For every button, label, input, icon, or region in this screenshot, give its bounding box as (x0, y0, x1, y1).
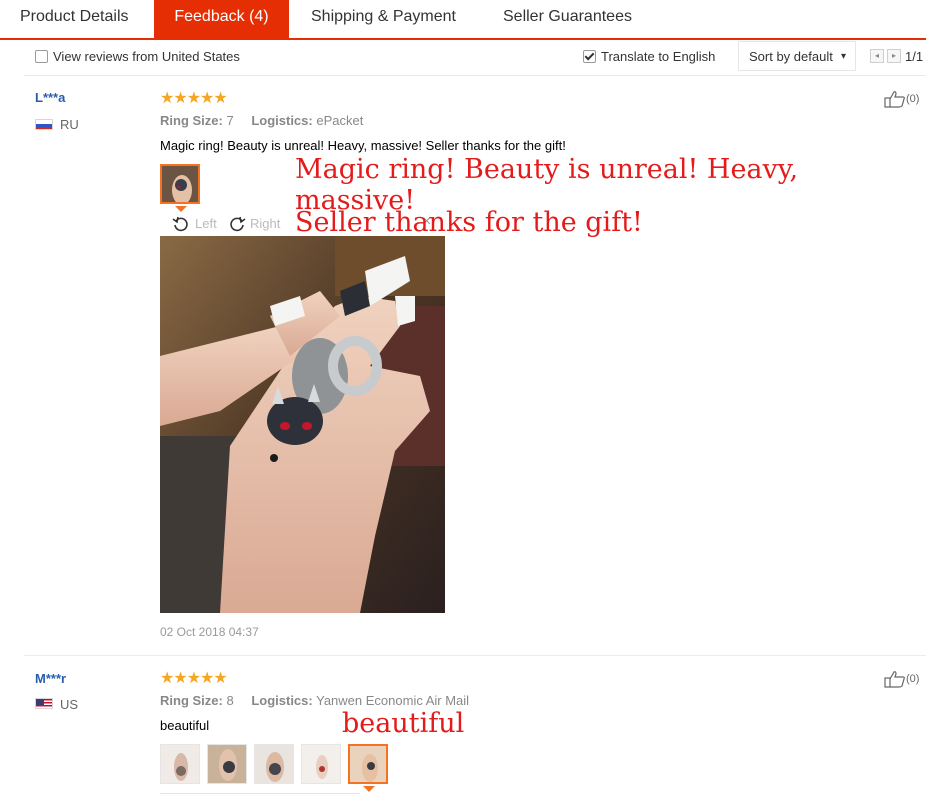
logistics-value: Yanwen Economic Air Mail (316, 693, 470, 708)
sort-dropdown-label: Sort by default (749, 49, 833, 64)
thumbnail-pointer (363, 786, 375, 792)
sort-dropdown[interactable]: Sort by default ▾ (738, 41, 856, 71)
translate-label[interactable]: Translate to English (601, 49, 715, 64)
helpful-button[interactable]: (0) (884, 90, 919, 108)
review-photo-thumbnail[interactable] (348, 744, 388, 784)
translate-checkbox[interactable] (583, 50, 596, 63)
flag-us-icon (35, 698, 53, 709)
reviewer-country: RU (60, 117, 79, 132)
prev-page-icon[interactable]: ◂ (870, 49, 884, 63)
pagination-indicator: 1/1 (905, 49, 924, 64)
review-attributes: Ring Size: 7 Logistics: ePacket (160, 113, 363, 128)
rotate-right-label[interactable]: Right (250, 216, 280, 231)
view-us-checkbox[interactable] (35, 50, 48, 63)
logistics-label: Logistics: (251, 693, 313, 708)
rotate-left-label[interactable]: Left (195, 216, 217, 231)
ring-size-value: 8 (226, 693, 234, 708)
helpful-count: (0) (906, 92, 920, 105)
product-tabs: Product Details Feedback (4) Shipping & … (0, 0, 926, 40)
flag-ru-icon (35, 119, 53, 130)
tab-product-details[interactable]: Product Details (20, 0, 129, 38)
review-attributes: Ring Size: 8 Logistics: Yanwen Economic … (160, 693, 469, 708)
review-photo-thumbnail[interactable] (207, 744, 247, 784)
ring-size-label: Ring Size: (160, 113, 223, 128)
translation-overlay-line-1: beautiful (342, 708, 465, 739)
translation-overlay-line-2: Seller thanks for the gift! (295, 207, 643, 238)
review-filter-bar: View reviews from United States Translat… (24, 40, 926, 76)
star-rating: ★★★★★ (160, 90, 228, 107)
reviewer-country: US (60, 697, 79, 712)
review-photo-thumbnail[interactable] (301, 744, 341, 784)
tab-feedback[interactable]: Feedback (4) (154, 0, 289, 38)
tab-shipping-payment[interactable]: Shipping & Payment (311, 0, 456, 38)
reviewer-name[interactable]: L***a (35, 90, 65, 105)
rotate-right-icon[interactable] (228, 215, 246, 233)
ring-size-value: 7 (226, 113, 234, 128)
helpful-button[interactable]: (0) (884, 670, 919, 688)
thumbs-up-icon (884, 91, 905, 108)
rotate-left-icon[interactable] (172, 215, 190, 233)
chevron-down-icon: ▾ (841, 51, 847, 62)
reviewer-name[interactable]: M***r (35, 671, 66, 686)
next-page-icon[interactable]: ▸ (887, 49, 901, 63)
view-us-label[interactable]: View reviews from United States (53, 49, 240, 64)
logistics-value: ePacket (316, 113, 364, 128)
review-date: 02 Oct 2018 04:37 (160, 625, 259, 639)
review-photo-thumbnail[interactable] (160, 744, 200, 784)
review-text: Magic ring! Beauty is unreal! Heavy, mas… (160, 138, 566, 153)
review-photo-thumbnail[interactable] (160, 164, 200, 204)
review-photo-large[interactable] (160, 236, 445, 613)
thumbs-up-icon (884, 671, 905, 688)
helpful-count: (0) (906, 672, 920, 685)
review-text: beautiful (160, 718, 210, 733)
tab-seller-guarantees[interactable]: Seller Guarantees (503, 0, 632, 38)
ring-size-label: Ring Size: (160, 693, 223, 708)
star-rating: ★★★★★ (160, 670, 228, 687)
logistics-label: Logistics: (251, 113, 313, 128)
review-divider (24, 655, 926, 656)
review-photo-thumbnail[interactable] (254, 744, 294, 784)
